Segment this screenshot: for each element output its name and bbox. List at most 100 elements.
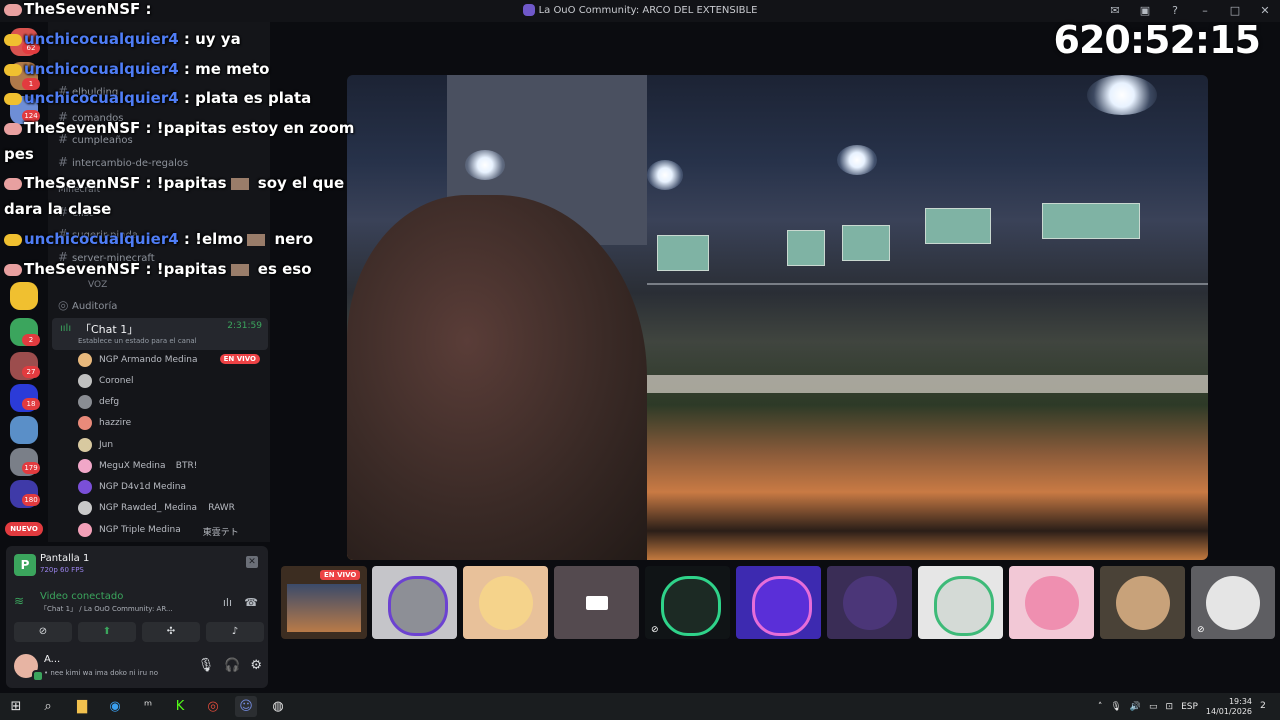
stream-video[interactable] — [347, 75, 1208, 560]
participant-avatar — [1024, 575, 1079, 630]
participant-avatar — [387, 575, 448, 636]
mention-badge: 27 — [22, 366, 40, 378]
member-name: NGP Triple Medina — [99, 525, 181, 535]
participant-avatar — [1115, 575, 1170, 630]
participant-tile[interactable] — [736, 566, 821, 639]
headphones-icon[interactable]: 🎧 — [224, 658, 240, 673]
muted-icon: ⊘ — [1197, 625, 1205, 635]
video-floodlight — [837, 145, 877, 175]
live-badge: EN VIVO — [320, 570, 361, 580]
discord-icon[interactable]: ☺ — [235, 696, 257, 717]
voice-member[interactable]: 東雲テト NGP Triple Medina — [78, 523, 266, 539]
chat-message: unchicocualquier4 : me meto — [4, 60, 269, 78]
kick-icon[interactable]: K — [169, 696, 191, 717]
voice-member[interactable]: BTR! MeguX Medina — [78, 459, 266, 475]
participant-tile[interactable] — [918, 566, 1003, 639]
battery-icon[interactable]: ▭ — [1149, 702, 1158, 712]
chat-username: unchicocualquier4 — [24, 230, 179, 248]
user-custom-status: • nee kimi wa ima doko ni iru no — [44, 669, 158, 677]
chat-text: : me meto — [178, 60, 270, 78]
participant-tile[interactable] — [1009, 566, 1094, 639]
chevron-up-icon[interactable]: ˄ — [1098, 702, 1103, 712]
participant-tile[interactable] — [1100, 566, 1185, 639]
voice-member[interactable]: NGP Armando Medina EN VIVO — [78, 353, 266, 369]
camera-icon — [585, 595, 608, 610]
video-billboard — [842, 225, 890, 261]
voice-member[interactable]: NGP D4v1d Medina — [78, 480, 266, 496]
member-name: NGP Rawded_ Medina — [99, 503, 197, 513]
member-status-tag: RAWR — [208, 503, 235, 513]
active-voice-channel[interactable]: ıılı 「Chat 1」 2:31:59 Establece un estad… — [52, 318, 268, 350]
participant-tile[interactable]: ⊘ — [645, 566, 730, 639]
language-indicator[interactable]: ESP — [1181, 702, 1198, 712]
voice-wave-icon: ıılı — [60, 323, 72, 334]
notification-icon[interactable]: 2 — [1252, 696, 1274, 717]
participant-tile[interactable] — [372, 566, 457, 639]
emote-icon — [230, 263, 249, 276]
mention-badge: 180 — [22, 494, 40, 506]
file-explorer-icon[interactable]: ▇ — [71, 696, 93, 717]
settings-gear-icon[interactable]: ⚙ — [250, 658, 262, 673]
search-icon[interactable]: ⌕ — [37, 696, 59, 717]
windows-taskbar: ⊞ ⌕ ▇ ◉ ᵐ K ◎ ☺ ◍ ˄ 🎙 🔊 ▭ ⊡ ESP 19:34 14/… — [0, 693, 1280, 720]
channel-timer: 2:31:59 — [227, 321, 262, 331]
avatar — [78, 416, 92, 430]
participant-avatar — [478, 575, 533, 630]
voice-member[interactable]: Coronel — [78, 374, 266, 390]
chat-message: TheSevenNSF : !papitas es eso — [4, 260, 312, 278]
member-name: defg — [99, 397, 120, 407]
live-badge: EN VIVO — [219, 354, 260, 364]
edge-icon[interactable]: ◉ — [104, 696, 126, 717]
emote-icon — [230, 177, 249, 190]
chat-text: : !elmo — [178, 230, 244, 248]
chat-username: unchicocualquier4 — [24, 60, 179, 78]
participant-tile[interactable]: ⊘ — [1191, 566, 1275, 639]
user-controls: 🎙 🎧 ⚙ — [198, 658, 262, 673]
app-icon[interactable]: ◍ — [267, 696, 289, 717]
avatar — [78, 480, 92, 494]
participant-tile[interactable] — [827, 566, 912, 639]
channel-status[interactable]: Establece un estado para el canal — [78, 337, 197, 345]
video-curb — [607, 375, 1208, 393]
chat-text: : !papitas — [140, 260, 227, 278]
video-floodlight — [647, 160, 683, 190]
member-name: MeguX Medina — [99, 461, 166, 471]
chat-overlay: TheSevenNSF : unchicocualquier4 : uy ya un… — [0, 0, 354, 290]
start-icon[interactable]: ⊞ — [5, 696, 27, 717]
member-status-tag: BTR! — [175, 461, 198, 471]
stream-preview-image — [287, 584, 361, 632]
chat-text: soy el que — [252, 174, 345, 192]
voice-member[interactable]: RAWR NGP Rawded_ Medina — [78, 501, 266, 517]
avatar — [78, 523, 92, 537]
video-floodlight — [465, 150, 505, 180]
channel-auditoria[interactable]: ◎ Auditoría — [58, 298, 117, 312]
video-billboard — [787, 230, 825, 266]
app-icon[interactable]: ᵐ — [137, 696, 159, 717]
user-panel: A... • nee kimi wa ima doko ni iru no 🎙 … — [12, 650, 262, 684]
avatar — [78, 353, 92, 367]
user-badge-icon — [4, 263, 22, 276]
microphone-icon[interactable]: 🎙 — [1110, 702, 1121, 712]
participant-tile[interactable] — [463, 566, 548, 639]
video-billboard — [1042, 203, 1140, 239]
participant-avatar — [1206, 575, 1260, 630]
clock-time: 19:34 — [1228, 697, 1252, 706]
chat-text: : — [140, 0, 152, 18]
participant-tile[interactable] — [554, 566, 639, 639]
stream-timer: 620:52:15 — [1053, 18, 1261, 62]
participant-avatar — [842, 575, 897, 630]
obs-icon[interactable]: ◎ — [202, 696, 224, 717]
voice-member[interactable]: defg — [78, 395, 266, 411]
chat-message: TheSevenNSF : !papitas soy el que — [4, 174, 344, 192]
window-title-text: La OuO Community: ARCO DEL EXTENSIBLE — [538, 5, 758, 16]
clock[interactable]: 19:34 14/01/2026 — [1206, 697, 1252, 717]
network-icon[interactable]: ⊡ — [1166, 702, 1174, 712]
chat-message: pes — [4, 145, 34, 163]
chat-username: unchicocualquier4 — [24, 89, 179, 107]
voice-member[interactable]: hazzire — [78, 416, 266, 432]
volume-icon[interactable]: 🔊 — [1130, 702, 1141, 712]
voice-member[interactable]: Jun — [78, 438, 266, 454]
stream-preview-thumb[interactable]: EN VIVO — [281, 566, 367, 639]
microphone-icon[interactable]: 🎙 — [198, 658, 215, 673]
server-icon[interactable] — [10, 416, 38, 444]
